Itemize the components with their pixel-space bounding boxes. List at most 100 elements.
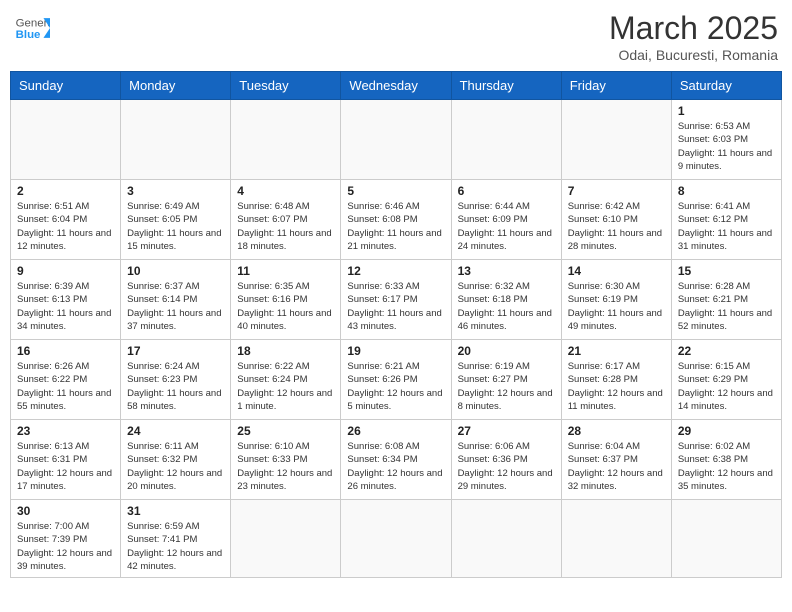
day-info: Sunrise: 6:46 AMSunset: 6:08 PMDaylight:… bbox=[347, 200, 444, 253]
calendar-table: Sunday Monday Tuesday Wednesday Thursday… bbox=[10, 71, 782, 578]
day-number: 12 bbox=[347, 264, 444, 278]
table-row: 14 Sunrise: 6:30 AMSunset: 6:19 PMDayligh… bbox=[561, 260, 671, 340]
day-number: 20 bbox=[458, 344, 555, 358]
day-number: 4 bbox=[237, 184, 334, 198]
table-row: 10 Sunrise: 6:37 AMSunset: 6:14 PMDayligh… bbox=[121, 260, 231, 340]
table-row: 23 Sunrise: 6:13 AMSunset: 6:31 PMDayligh… bbox=[11, 420, 121, 500]
day-info: Sunrise: 6:04 AMSunset: 6:37 PMDaylight:… bbox=[568, 440, 665, 493]
day-number: 1 bbox=[678, 104, 775, 118]
table-row: 7Sunrise: 6:42 AMSunset: 6:10 PMDaylight… bbox=[561, 180, 671, 260]
day-number: 31 bbox=[127, 504, 224, 518]
day-number: 6 bbox=[458, 184, 555, 198]
day-info: Sunrise: 6:41 AMSunset: 6:12 PMDaylight:… bbox=[678, 200, 775, 253]
table-row bbox=[341, 500, 451, 578]
table-row: 25 Sunrise: 6:10 AMSunset: 6:33 PMDayligh… bbox=[231, 420, 341, 500]
table-row: 24Sunrise: 6:11 AMSunset: 6:32 PMDayligh… bbox=[121, 420, 231, 500]
day-info: Sunrise: 6:48 AMSunset: 6:07 PMDaylight:… bbox=[237, 200, 334, 253]
header-friday: Friday bbox=[561, 72, 671, 100]
day-info: Sunrise: 6:13 AMSunset: 6:31 PMDaylight:… bbox=[17, 440, 114, 493]
table-row: 3Sunrise: 6:49 AMSunset: 6:05 PMDaylight… bbox=[121, 180, 231, 260]
day-info: Sunrise: 6:35 AMSunset: 6:16 PMDaylight:… bbox=[237, 280, 334, 333]
day-info: Sunrise: 7:00 AMSunset: 7:39 PMDaylight:… bbox=[17, 520, 114, 573]
page-header: General Blue March 2025 Odai, Bucuresti,… bbox=[10, 10, 782, 63]
day-number: 13 bbox=[458, 264, 555, 278]
table-row bbox=[231, 500, 341, 578]
day-number: 15 bbox=[678, 264, 775, 278]
day-info: Sunrise: 6:02 AMSunset: 6:38 PMDaylight:… bbox=[678, 440, 775, 493]
table-row bbox=[561, 100, 671, 180]
day-number: 14 bbox=[568, 264, 665, 278]
header-thursday: Thursday bbox=[451, 72, 561, 100]
day-number: 21 bbox=[568, 344, 665, 358]
day-info: Sunrise: 6:28 AMSunset: 6:21 PMDaylight:… bbox=[678, 280, 775, 333]
day-number: 22 bbox=[678, 344, 775, 358]
table-row: 11 Sunrise: 6:35 AMSunset: 6:16 PMDayligh… bbox=[231, 260, 341, 340]
day-info: Sunrise: 6:21 AMSunset: 6:26 PMDaylight:… bbox=[347, 360, 444, 413]
day-number: 7 bbox=[568, 184, 665, 198]
day-info: Sunrise: 6:10 AMSunset: 6:33 PMDaylight:… bbox=[237, 440, 334, 493]
table-row: 6 Sunrise: 6:44 AMSunset: 6:09 PMDaylight… bbox=[451, 180, 561, 260]
header-sunday: Sunday bbox=[11, 72, 121, 100]
day-info: Sunrise: 6:19 AMSunset: 6:27 PMDaylight:… bbox=[458, 360, 555, 413]
table-row bbox=[121, 100, 231, 180]
header-tuesday: Tuesday bbox=[231, 72, 341, 100]
day-info: Sunrise: 6:51 AMSunset: 6:04 PMDaylight:… bbox=[17, 200, 114, 253]
calendar-week-row: 16Sunrise: 6:26 AMSunset: 6:22 PMDayligh… bbox=[11, 340, 782, 420]
day-info: Sunrise: 6:06 AMSunset: 6:36 PMDaylight:… bbox=[458, 440, 555, 493]
day-number: 19 bbox=[347, 344, 444, 358]
day-info: Sunrise: 6:53 AMSunset: 6:03 PMDaylight:… bbox=[678, 120, 775, 173]
day-info: Sunrise: 6:37 AMSunset: 6:14 PMDaylight:… bbox=[127, 280, 224, 333]
day-info: Sunrise: 6:44 AMSunset: 6:09 PMDaylight:… bbox=[458, 200, 555, 253]
day-info: Sunrise: 6:33 AMSunset: 6:17 PMDaylight:… bbox=[347, 280, 444, 333]
day-info: Sunrise: 6:17 AMSunset: 6:28 PMDaylight:… bbox=[568, 360, 665, 413]
svg-text:Blue: Blue bbox=[16, 29, 41, 41]
table-row: 27Sunrise: 6:06 AMSunset: 6:36 PMDayligh… bbox=[451, 420, 561, 500]
table-row bbox=[11, 100, 121, 180]
day-number: 23 bbox=[17, 424, 114, 438]
table-row: 12 Sunrise: 6:33 AMSunset: 6:17 PMDayligh… bbox=[341, 260, 451, 340]
calendar-week-row: 23 Sunrise: 6:13 AMSunset: 6:31 PMDayligh… bbox=[11, 420, 782, 500]
day-number: 18 bbox=[237, 344, 334, 358]
day-number: 16 bbox=[17, 344, 114, 358]
day-number: 30 bbox=[17, 504, 114, 518]
day-number: 29 bbox=[678, 424, 775, 438]
table-row: 26 Sunrise: 6:08 AMSunset: 6:34 PMDayligh… bbox=[341, 420, 451, 500]
table-row: 20 Sunrise: 6:19 AMSunset: 6:27 PMDayligh… bbox=[451, 340, 561, 420]
table-row: 19 Sunrise: 6:21 AMSunset: 6:26 PMDayligh… bbox=[341, 340, 451, 420]
day-number: 25 bbox=[237, 424, 334, 438]
table-row bbox=[451, 500, 561, 578]
day-info: Sunrise: 6:24 AMSunset: 6:23 PMDaylight:… bbox=[127, 360, 224, 413]
day-number: 11 bbox=[237, 264, 334, 278]
weekday-header-row: Sunday Monday Tuesday Wednesday Thursday… bbox=[11, 72, 782, 100]
table-row: 31 Sunrise: 6:59 AMSunset: 7:41 PMDayligh… bbox=[121, 500, 231, 578]
table-row bbox=[451, 100, 561, 180]
table-row: 2Sunrise: 6:51 AMSunset: 6:04 PMDaylight… bbox=[11, 180, 121, 260]
calendar-week-row: 30 Sunrise: 7:00 AMSunset: 7:39 PMDayligh… bbox=[11, 500, 782, 578]
day-info: Sunrise: 6:59 AMSunset: 7:41 PMDaylight:… bbox=[127, 520, 224, 573]
header-saturday: Saturday bbox=[671, 72, 781, 100]
day-info: Sunrise: 6:15 AMSunset: 6:29 PMDaylight:… bbox=[678, 360, 775, 413]
table-row: 8 Sunrise: 6:41 AMSunset: 6:12 PMDaylight… bbox=[671, 180, 781, 260]
table-row: 29 Sunrise: 6:02 AMSunset: 6:38 PMDayligh… bbox=[671, 420, 781, 500]
table-row: 1 Sunrise: 6:53 AMSunset: 6:03 PMDaylight… bbox=[671, 100, 781, 180]
header-monday: Monday bbox=[121, 72, 231, 100]
day-number: 5 bbox=[347, 184, 444, 198]
day-info: Sunrise: 6:30 AMSunset: 6:19 PMDaylight:… bbox=[568, 280, 665, 333]
table-row: 16Sunrise: 6:26 AMSunset: 6:22 PMDayligh… bbox=[11, 340, 121, 420]
day-number: 8 bbox=[678, 184, 775, 198]
table-row: 17Sunrise: 6:24 AMSunset: 6:23 PMDayligh… bbox=[121, 340, 231, 420]
day-number: 26 bbox=[347, 424, 444, 438]
table-row: 30 Sunrise: 7:00 AMSunset: 7:39 PMDayligh… bbox=[11, 500, 121, 578]
day-info: Sunrise: 6:32 AMSunset: 6:18 PMDaylight:… bbox=[458, 280, 555, 333]
table-row: 28Sunrise: 6:04 AMSunset: 6:37 PMDayligh… bbox=[561, 420, 671, 500]
day-info: Sunrise: 6:08 AMSunset: 6:34 PMDaylight:… bbox=[347, 440, 444, 493]
table-row: 5 Sunrise: 6:46 AMSunset: 6:08 PMDaylight… bbox=[341, 180, 451, 260]
logo-icon: General Blue bbox=[14, 10, 50, 46]
logo: General Blue bbox=[14, 10, 50, 46]
calendar-week-row: 2Sunrise: 6:51 AMSunset: 6:04 PMDaylight… bbox=[11, 180, 782, 260]
day-number: 10 bbox=[127, 264, 224, 278]
table-row: 21 Sunrise: 6:17 AMSunset: 6:28 PMDayligh… bbox=[561, 340, 671, 420]
day-info: Sunrise: 6:49 AMSunset: 6:05 PMDaylight:… bbox=[127, 200, 224, 253]
month-title: March 2025 bbox=[609, 10, 778, 47]
table-row: 18Sunrise: 6:22 AMSunset: 6:24 PMDayligh… bbox=[231, 340, 341, 420]
